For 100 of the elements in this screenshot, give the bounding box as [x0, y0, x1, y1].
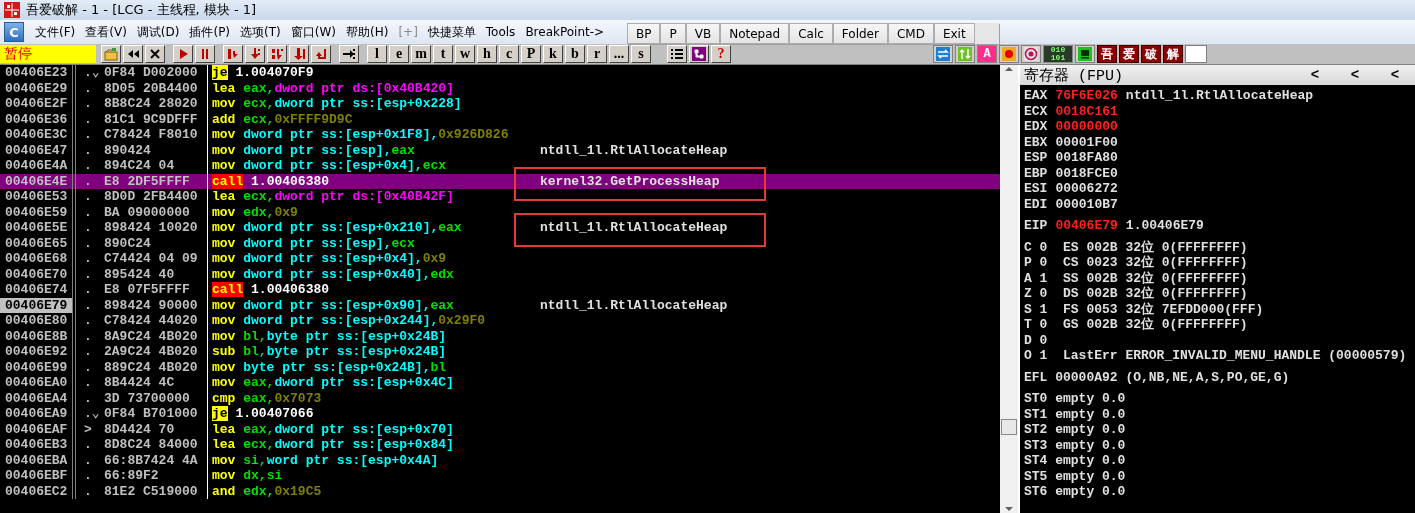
menu-item[interactable]: 快捷菜单 — [422, 23, 481, 41]
toolbar-button[interactable]: 爱 — [1119, 45, 1139, 63]
menu-item[interactable]: 插件(P) — [184, 23, 236, 41]
window-button[interactable]: k — [543, 45, 563, 63]
register-value[interactable]: 00406E79 — [1055, 218, 1118, 234]
toolbar-button[interactable]: 破 — [1141, 45, 1161, 63]
collapse-button[interactable]: < — [1295, 67, 1335, 83]
window-button[interactable]: w — [455, 45, 475, 63]
register-value[interactable]: 000010B7 — [1055, 196, 1118, 212]
window-button[interactable]: s — [631, 45, 651, 63]
menu-item[interactable]: 选项(T) — [235, 23, 286, 41]
disassembly-row[interactable]: 00406E79 . 898424 90000 mov dword ptr ss:[esp+0x90],eax ntdll_1l.RtlAllocateHeap — [0, 297, 1000, 313]
disassembly-row[interactable]: 00406E23 .⌄ 0F84 D002000 je 1.004070F9 — [0, 65, 1000, 81]
disassembly-row[interactable]: 00406E8B . 8A9C24 4B020 mov bl,byte ptr ss:[esp+0x24B] — [0, 328, 1000, 344]
register-value[interactable]: 0018FCE0 — [1055, 165, 1118, 181]
quick-launch-button[interactable]: Notepad — [720, 23, 790, 44]
disassembly-row[interactable]: 00406E80 . C78424 44020 mov dword ptr ss:[esp+0x244],0x29F0 — [0, 313, 1000, 329]
disassembly-row[interactable]: 00406EA4 . 3D 73700000 cmp eax,0x7073 — [0, 390, 1000, 406]
hex-bytes: 81C1 9C9DFFF — [103, 111, 199, 127]
quick-launch-button[interactable]: Calc — [789, 23, 833, 44]
menu-item[interactable]: 窗口(W) — [285, 23, 341, 41]
register-value[interactable]: 00006272 — [1055, 181, 1118, 197]
disassembly-row[interactable]: 00406E36 . 81C1 9C9DFFF add ecx,0xFFFF9D9C — [0, 111, 1000, 127]
quick-launch-button[interactable]: Exit — [933, 23, 975, 44]
window-button[interactable]: h — [477, 45, 497, 63]
window-button[interactable]: c — [499, 45, 519, 63]
disassembly-row[interactable]: 00406E53 . 8D0D 2FB4400 lea ecx,dword ptr ds:[0x40B42F] — [0, 189, 1000, 205]
toolbar-button[interactable] — [1075, 45, 1095, 63]
disassembly-row[interactable]: 00406E59 . BA 09000000 mov edx,0x9 — [0, 204, 1000, 220]
panel-icon — [1078, 47, 1092, 61]
address-cell-text: 00406E53 — [4, 189, 69, 205]
disassembly-row[interactable]: 00406EA9 .⌄ 0F84 B701000 je 1.00407066 — [0, 406, 1000, 422]
disassembly-row[interactable]: 00406E5E . 898424 10020 mov dword ptr ss:[esp+0x210],eax ntdll_1l.RtlAllocateHeap — [0, 220, 1000, 236]
scroll-thumb[interactable] — [1001, 419, 1017, 435]
disassembly-row[interactable]: 00406EC2 . 81E2 C519000 and edx,0x19C5 — [0, 483, 1000, 499]
instruction: mov dword ptr ss:[esp+0x90],eax — [211, 297, 455, 313]
register-value[interactable]: 0018C161 — [1055, 103, 1118, 119]
quick-launch-button[interactable]: P — [660, 23, 686, 44]
jump-marker: . — [83, 111, 93, 127]
collapse-button[interactable]: < — [1335, 67, 1375, 83]
disassembly-row[interactable]: 00406E4E . E8 2DF5FFFF call 1.00406380 kernel32.GetProcessHeap — [0, 173, 1000, 189]
toolbar-button[interactable]: 010 101 — [1043, 45, 1073, 63]
menu-item[interactable]: 调试(D) — [131, 23, 185, 41]
register-value[interactable]: 76F6E026 — [1055, 88, 1118, 104]
jump-marker: . — [83, 235, 93, 251]
window-button[interactable]: e — [389, 45, 409, 63]
window-button[interactable]: ... — [609, 45, 629, 63]
disassembly-row[interactable]: 00406E29 . 8D05 20B4400 lea eax,dword ptr ds:[0x40B420] — [0, 80, 1000, 96]
disassembly-row[interactable]: 00406E2F . 8B8C24 28020 mov ecx,dword ptr ss:[esp+0x228] — [0, 96, 1000, 112]
disassembly-row[interactable]: 00406E47 . 890424 mov dword ptr ss:[esp],eax ntdll_1l.RtlAllocateHeap — [0, 142, 1000, 158]
toolbar-button[interactable]: 解 — [1163, 45, 1183, 63]
jump-marker: . — [83, 266, 93, 282]
scrollbar[interactable] — [1000, 65, 1018, 513]
window-button[interactable]: r — [587, 45, 607, 63]
menu-item[interactable]: 查看(V) — [80, 23, 132, 41]
help-button[interactable]: ? — [711, 45, 731, 63]
hex-bytes: 8B4424 4C — [103, 375, 176, 391]
instruction: mov dword ptr ss:[esp+0x4],ecx — [211, 158, 448, 174]
comment-text: kernel32.GetProcessHeap — [540, 173, 720, 189]
hex-bytes: C78424 F8010 — [103, 127, 199, 143]
menu-item[interactable]: BreakPoint-> — [520, 25, 610, 39]
disassembly-row[interactable]: 00406E65 . 890C24 mov dword ptr ss:[esp],ecx — [0, 235, 1000, 251]
instruction: mov eax,dword ptr ss:[esp+0x4C] — [211, 375, 455, 391]
disassembly-row[interactable]: 00406E99 . 889C24 4B020 mov byte ptr ss:[esp+0x24B],bl — [0, 359, 1000, 375]
menu-item[interactable]: 帮助(H) — [341, 23, 394, 41]
instruction: lea ecx,dword ptr ds:[0x40B42F] — [211, 189, 455, 205]
register-value[interactable]: 00000000 — [1055, 119, 1118, 135]
register-name: EBP — [1024, 165, 1048, 181]
disassembly-row[interactable]: 00406E4A . 894C24 04 mov dword ptr ss:[esp+0x4],ecx — [0, 158, 1000, 174]
disassembly-row[interactable]: 00406E68 . C74424 04 09 mov dword ptr ss:[esp+0x4],0x9 — [0, 251, 1000, 267]
window-button[interactable]: l — [367, 45, 387, 63]
register-value[interactable]: 0018FA80 — [1055, 150, 1118, 166]
menu-item[interactable]: Tools — [480, 25, 521, 39]
disassembly-row[interactable]: 00406EAF > 8D4424 70 lea eax,dword ptr ss:[esp+0x70] — [0, 421, 1000, 437]
quick-launch-button[interactable]: VB — [685, 23, 721, 44]
go-to-cursor-icon — [342, 47, 356, 61]
window-button[interactable]: b — [565, 45, 585, 63]
window-button[interactable]: m — [411, 45, 431, 63]
disassembly-row[interactable]: 00406EBA . 66:8B7424 4A mov si,word ptr ss:[esp+0x4A] — [0, 452, 1000, 468]
disassembly-row[interactable]: 00406E70 . 895424 40 mov dword ptr ss:[esp+0x40],edx — [0, 266, 1000, 282]
toolbar-button[interactable]: 吾 — [1097, 45, 1117, 63]
menu-item[interactable]: 文件(F) — [30, 23, 81, 41]
instruction: add ecx,0xFFFF9D9C — [211, 111, 354, 127]
hex-bytes: E8 2DF5FFFF — [103, 173, 191, 189]
disassembly-row[interactable]: 00406E3C . C78424 F8010 mov dword ptr ss:[esp+0x1F8],0x926D826 — [0, 127, 1000, 143]
trace-over-icon — [292, 47, 306, 61]
quick-launch-button[interactable]: Folder — [832, 23, 888, 44]
window-button[interactable]: t — [433, 45, 453, 63]
window-button[interactable]: P — [521, 45, 541, 63]
quick-launch-button[interactable]: CMD — [887, 23, 934, 44]
quick-launch-button[interactable]: BP — [627, 23, 661, 44]
disassembly-row[interactable]: 00406EA0 . 8B4424 4C mov eax,dword ptr ss:[esp+0x4C] — [0, 375, 1000, 391]
disassembly-row[interactable]: 00406E74 . E8 07F5FFFF call 1.00406380 — [0, 282, 1000, 298]
disassembly-row[interactable]: 00406E92 . 2A9C24 4B020 sub bl,byte ptr ss:[esp+0x24B] — [0, 344, 1000, 360]
disassembly-row[interactable]: 00406EBF . 66:89F2 mov dx,si — [0, 468, 1000, 484]
disassembly-row[interactable]: 00406EB3 . 8D8C24 84000 lea ecx,dword ptr ss:[esp+0x84] — [0, 437, 1000, 453]
register-value[interactable]: 00001F00 — [1055, 134, 1118, 150]
collapse-button[interactable]: < — [1375, 67, 1415, 83]
scroll-down-icon[interactable] — [1004, 505, 1014, 513]
address-cell-text: 00406E70 — [4, 266, 69, 282]
